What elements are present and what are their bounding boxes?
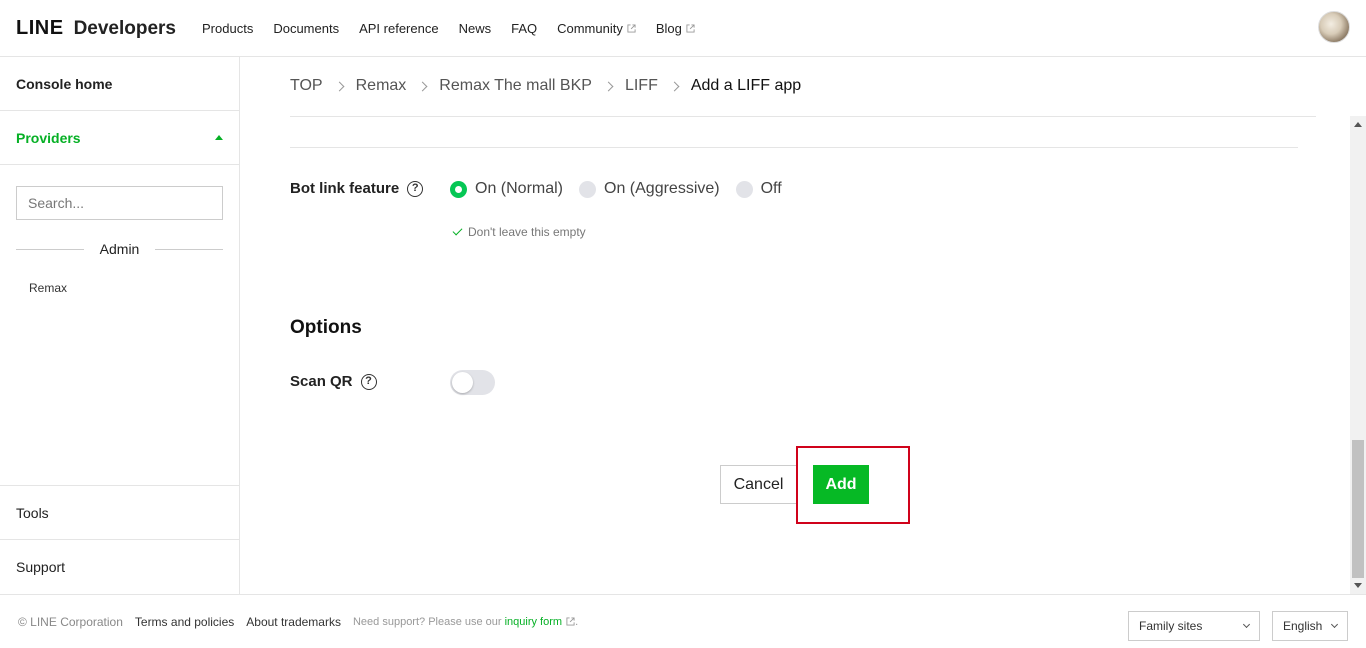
- nav-label: Products: [202, 20, 254, 36]
- radio-selected-icon: [450, 180, 467, 198]
- chevron-down-icon: [1242, 620, 1251, 629]
- nav-faq[interactable]: FAQ: [511, 21, 537, 36]
- nav-blog[interactable]: Blog: [656, 21, 695, 36]
- sidebar-console-home[interactable]: Console home: [0, 57, 239, 111]
- sidebar-item-label: Providers: [16, 129, 81, 146]
- sidebar-tools[interactable]: Tools: [0, 485, 239, 539]
- sidebar-support[interactable]: Support: [0, 539, 239, 593]
- checkmark-icon: [452, 225, 463, 236]
- scan-qr-toggle[interactable]: [450, 370, 495, 395]
- field-label-text: Scan QR: [290, 373, 353, 390]
- scrollbar[interactable]: [1350, 116, 1366, 594]
- validation-hint: Don't leave this empty: [452, 225, 586, 239]
- divider-line: [155, 248, 223, 250]
- radio-on-normal[interactable]: On (Normal): [450, 180, 563, 198]
- caret-up-icon: [215, 135, 223, 140]
- user-avatar[interactable]: [1318, 11, 1350, 43]
- footer-terms-link[interactable]: Terms and policies: [135, 615, 234, 629]
- support-period: .: [575, 615, 579, 628]
- line-developers-logo[interactable]: LINE Developers: [16, 17, 176, 40]
- field-label-text: Bot link feature: [290, 180, 400, 197]
- bot-link-feature-label: Bot link feature ?: [290, 180, 424, 197]
- nav-news[interactable]: News: [459, 21, 492, 36]
- radio-on-aggressive[interactable]: On (Aggressive): [579, 180, 720, 198]
- breadcrumb-divider: [290, 116, 1316, 117]
- nav-api-reference[interactable]: API reference: [359, 21, 439, 36]
- external-link-icon: [566, 617, 575, 626]
- logo-developers-text: Developers: [73, 17, 177, 39]
- top-header: LINE Developers Products Documents API r…: [0, 0, 1366, 57]
- breadcrumb-provider[interactable]: Remax: [356, 77, 407, 95]
- family-sites-select[interactable]: Family sites: [1128, 611, 1260, 641]
- main-content: TOP Remax Remax The mall BKP LIFF Add a …: [240, 57, 1350, 594]
- radio-label: On (Aggressive): [604, 180, 720, 197]
- toggle-knob: [452, 372, 473, 393]
- breadcrumb-channel[interactable]: Remax The mall BKP: [439, 77, 592, 95]
- options-section-title: Options: [290, 317, 362, 338]
- nav-label: Blog: [655, 20, 682, 36]
- breadcrumb: TOP Remax Remax The mall BKP LIFF Add a …: [290, 77, 801, 95]
- provider-search-input[interactable]: [16, 186, 223, 220]
- add-button[interactable]: Add: [813, 465, 869, 504]
- main-nav: Products Documents API reference News FA…: [202, 21, 695, 36]
- scroll-down-arrow-icon[interactable]: [1354, 583, 1362, 588]
- radio-off[interactable]: Off: [735, 180, 782, 198]
- logo-line-text: LINE: [16, 16, 64, 39]
- hint-text: Don't leave this empty: [468, 225, 586, 239]
- breadcrumb-top[interactable]: TOP: [290, 77, 323, 95]
- footer: © LINE Corporation Terms and policies Ab…: [0, 594, 1366, 648]
- sidebar-item-label: Tools: [16, 504, 49, 521]
- scrollbar-thumb[interactable]: [1352, 440, 1364, 578]
- cancel-button[interactable]: Cancel: [720, 465, 797, 504]
- inquiry-form-link[interactable]: inquiry form: [505, 616, 562, 628]
- nav-label: Community: [557, 20, 623, 36]
- nav-label: FAQ: [511, 20, 538, 36]
- scan-qr-label: Scan QR ?: [290, 373, 377, 390]
- nav-documents[interactable]: Documents: [273, 21, 339, 36]
- sidebar-providers-toggle[interactable]: Providers: [0, 111, 239, 165]
- radio-label: On (Normal): [475, 180, 564, 197]
- radio-unselected-icon: [579, 180, 597, 198]
- radio-unselected-icon: [735, 180, 753, 198]
- bot-link-radio-group: On (Normal) On (Aggressive) Off: [450, 180, 798, 198]
- support-text: Need support? Please use our: [352, 615, 502, 628]
- chevron-right-icon: [334, 81, 345, 91]
- divider-line: [16, 248, 84, 250]
- language-select[interactable]: English: [1272, 611, 1348, 641]
- admin-section-label: Admin: [99, 241, 140, 257]
- select-value: English: [1283, 619, 1323, 633]
- sidebar-provider-remax[interactable]: Remax: [29, 281, 67, 295]
- chevron-right-icon: [417, 81, 428, 91]
- footer-support-text: Need support? Please use our inquiry for…: [353, 616, 578, 628]
- chevron-right-icon: [669, 81, 680, 91]
- nav-label: API reference: [359, 20, 439, 36]
- breadcrumb-current: Add a LIFF app: [690, 77, 802, 94]
- select-value: Family sites: [1139, 619, 1203, 633]
- radio-label: Off: [760, 180, 782, 197]
- help-icon[interactable]: ?: [407, 180, 424, 197]
- sidebar-item-label: Console home: [16, 75, 113, 92]
- sidebar: Console home Providers Admin Remax Tools…: [0, 57, 240, 594]
- footer-trademarks-link[interactable]: About trademarks: [246, 615, 341, 629]
- chevron-down-icon: [1330, 620, 1339, 629]
- footer-copyright: © LINE Corporation: [18, 614, 123, 629]
- breadcrumb-liff[interactable]: LIFF: [625, 77, 658, 95]
- chevron-right-icon: [603, 81, 614, 91]
- external-link-icon: [627, 23, 636, 33]
- sidebar-item-label: Support: [16, 558, 66, 575]
- nav-community[interactable]: Community: [557, 21, 636, 36]
- external-link-icon: [686, 23, 695, 33]
- help-icon[interactable]: ?: [360, 373, 377, 390]
- nav-label: Documents: [273, 20, 340, 36]
- section-divider: [290, 147, 1298, 148]
- nav-products[interactable]: Products: [202, 21, 253, 36]
- scroll-up-arrow-icon[interactable]: [1354, 122, 1362, 127]
- nav-label: News: [458, 20, 492, 36]
- admin-section-divider: Admin: [16, 241, 223, 257]
